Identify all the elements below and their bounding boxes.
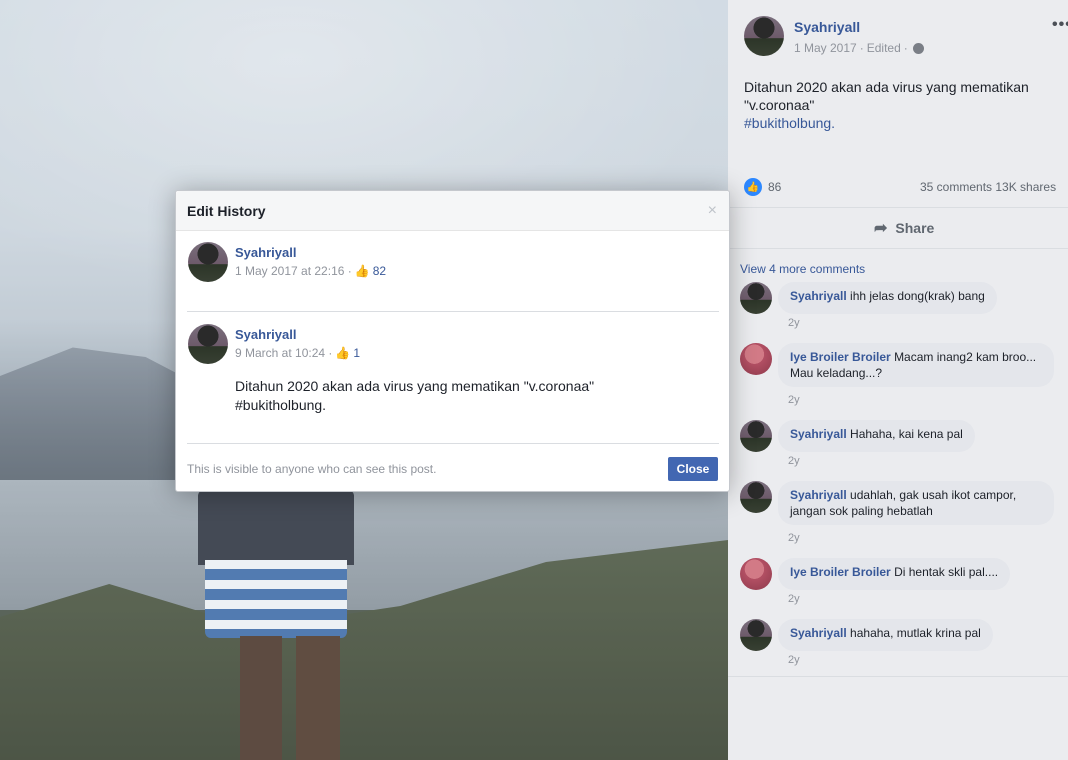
comment-author[interactable]: Syahriyall [790, 488, 847, 502]
like-count: 86 [768, 180, 782, 194]
comment-bubble: Syahriyall ihh jelas dong(krak) bang [778, 282, 997, 314]
edit-history-dialog: Edit History × Syahriyall 1 May 2017 at … [175, 190, 730, 492]
reactions[interactable]: 👍 86 [744, 178, 781, 196]
comment-bubble: Iye Broiler Broiler Macam inang2 kam bro… [778, 343, 1054, 387]
history-entry-date[interactable]: 9 March at 10:24 · [235, 346, 332, 360]
post-stats[interactable]: 35 comments 13K shares [920, 180, 1056, 194]
thumbs-up-icon: 👍 [354, 264, 370, 278]
share-button[interactable]: ➦ Share [874, 218, 934, 238]
comment-age[interactable]: 2y [788, 317, 800, 329]
divider [187, 311, 719, 312]
avatar[interactable] [740, 282, 772, 314]
comment-bubble: Syahriyall hahaha, mutlak krina pal [778, 619, 993, 651]
thumbs-up-icon: 👍 [744, 178, 762, 196]
comment: Iye Broiler Broiler Macam inang2 kam bro… [740, 343, 1054, 387]
comment-age[interactable]: 2y [788, 394, 800, 406]
avatar[interactable] [740, 558, 772, 590]
history-entry-meta: 1 May 2017 at 22:16 · 👍 82 [235, 264, 386, 278]
close-button[interactable]: Close [668, 457, 718, 481]
thumbs-up-icon: 👍 [335, 346, 351, 360]
post-author[interactable]: Syahriyall [794, 19, 860, 35]
share-arrow-icon: ➦ [874, 220, 888, 237]
edited-link[interactable]: Edited [867, 41, 901, 55]
comment-author[interactable]: Iye Broiler Broiler [790, 350, 891, 364]
comment-author[interactable]: Syahriyall [790, 289, 847, 303]
post-meta: 1 May 2017 · Edited · [794, 41, 924, 55]
comment-age[interactable]: 2y [788, 455, 800, 467]
comment-bubble: Syahriyall udahlah, gak usah ikot campor… [778, 481, 1054, 525]
comment-text: hahaha, mutlak krina pal [850, 626, 981, 640]
view-more-comments-link[interactable]: View 4 more comments [740, 262, 865, 276]
divider [187, 443, 719, 444]
history-entry-author[interactable]: Syahriyall [235, 245, 296, 260]
comment: Syahriyall udahlah, gak usah ikot campor… [740, 481, 1054, 525]
post-text: Ditahun 2020 akan ada virus yang mematik… [744, 78, 1054, 132]
visibility-note: This is visible to anyone who can see th… [187, 462, 437, 476]
comment-text: Di hentak skli pal.... [894, 565, 999, 579]
avatar[interactable] [188, 242, 228, 282]
dialog-title: Edit History [187, 202, 266, 219]
globe-icon [912, 42, 924, 54]
dialog-header: Edit History × [176, 191, 729, 231]
post-header [744, 16, 784, 56]
comment-text: ihh jelas dong(krak) bang [850, 289, 985, 303]
history-entry-author[interactable]: Syahriyall [235, 327, 296, 342]
history-entry-avatar-wrap [188, 242, 228, 282]
comment-age[interactable]: 2y [788, 593, 800, 605]
close-icon[interactable]: × [708, 203, 717, 219]
avatar[interactable] [740, 420, 772, 452]
comment-age[interactable]: 2y [788, 532, 800, 544]
history-entry-like-count[interactable]: 82 [373, 264, 386, 278]
divider [728, 248, 1068, 249]
history-entry-text: Ditahun 2020 akan ada virus yang mematik… [235, 378, 595, 413]
history-entry-meta: 9 March at 10:24 · 👍 1 [235, 346, 360, 360]
comment: Syahriyall ihh jelas dong(krak) bang [740, 282, 997, 314]
history-entry-like-count[interactable]: 1 [353, 346, 360, 360]
history-entry-avatar-wrap [188, 324, 228, 364]
post-sidebar: Syahriyall 1 May 2017 · Edited · ••• Dit… [728, 0, 1068, 760]
comment-author[interactable]: Iye Broiler Broiler [790, 565, 891, 579]
avatar[interactable] [188, 324, 228, 364]
comment-bubble: Iye Broiler Broiler Di hentak skli pal..… [778, 558, 1011, 590]
comment: Syahriyall Hahaha, kai kena pal [740, 420, 975, 452]
comment-bubble: Syahriyall Hahaha, kai kena pal [778, 420, 975, 452]
avatar[interactable] [744, 16, 784, 56]
avatar[interactable] [740, 481, 772, 513]
hashtag-link[interactable]: #bukitholbung. [744, 114, 1054, 132]
divider [728, 207, 1068, 208]
history-entry-date[interactable]: 1 May 2017 at 22:16 · [235, 264, 352, 278]
comment-age[interactable]: 2y [788, 654, 800, 666]
post-date[interactable]: 1 May 2017 [794, 41, 857, 55]
comment-author[interactable]: Syahriyall [790, 626, 847, 640]
more-horizontal-icon[interactable]: ••• [1052, 16, 1068, 34]
comment: Iye Broiler Broiler Di hentak skli pal..… [740, 558, 1011, 590]
comment-author[interactable]: Syahriyall [790, 427, 847, 441]
comment-text: Hahaha, kai kena pal [850, 427, 963, 441]
avatar[interactable] [740, 343, 772, 375]
divider [728, 676, 1068, 677]
avatar[interactable] [740, 619, 772, 651]
comment: Syahriyall hahaha, mutlak krina pal [740, 619, 993, 651]
